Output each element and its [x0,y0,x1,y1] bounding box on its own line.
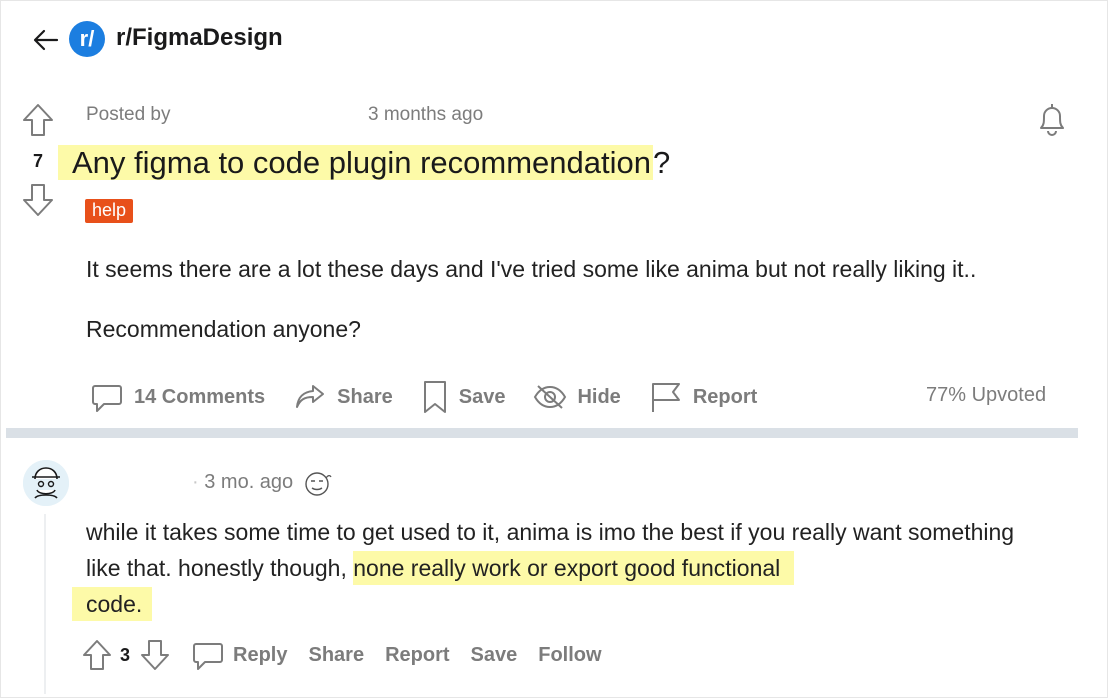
follow-button[interactable]: Follow [538,644,601,667]
post-time[interactable]: 3 months ago [368,104,483,126]
flag-icon [649,380,693,414]
post-title[interactable]: Any figma to code plugin recommendation? [58,142,671,184]
comment-time[interactable]: · 3 mo. ago [192,471,293,494]
comment-share-button[interactable]: Share [308,644,364,667]
save-button[interactable]: Save [421,379,506,415]
report-label: Report [692,385,758,408]
comment-highlight: none really work or export good function… [353,551,795,585]
post-body-paragraph: Recommendation anyone? [86,316,361,342]
save-label: Save [458,385,506,408]
posted-by-label: Posted by [86,104,171,125]
flair-badge[interactable]: help [85,199,134,223]
comment-body: while it takes some time to get used to … [72,514,1026,622]
comment-score: 3 [120,644,131,665]
upvote-icon[interactable] [82,639,112,671]
post-title-rest: ? [653,145,671,180]
comment-time-text: 3 mo. ago [204,471,294,493]
comment-icon [90,380,134,414]
reply-button[interactable]: Reply [191,638,287,672]
bookmark-icon [421,379,459,415]
comment-highlight: code. [72,587,153,621]
avatar[interactable] [23,460,69,506]
comment-report-button[interactable]: Report [385,644,449,667]
comments-label: 14 Comments [134,385,266,408]
downvote-icon[interactable] [140,639,170,671]
post-action-bar: 14 Comments Share Save Hide Report [90,378,785,416]
reply-label: Reply [233,643,288,666]
comment-icon [191,638,225,672]
post-title-highlight: Any figma to code plugin recommendation [58,145,653,180]
hide-button[interactable]: Hide [533,382,621,412]
share-label: Share [337,385,393,408]
report-button[interactable]: Report [649,380,757,414]
post-score: 7 [32,151,43,171]
emoji-icon [302,470,332,498]
section-divider [6,428,1078,438]
bell-icon[interactable] [1034,100,1070,138]
comments-button[interactable]: 14 Comments [90,380,265,414]
back-arrow-icon[interactable] [32,26,60,54]
upvote-icon[interactable] [22,103,54,137]
post-body-paragraph: It seems there are a lot these days and … [86,256,977,282]
share-icon [293,380,337,414]
comment-action-bar: 3 Reply Share Report Save Follow [82,636,623,674]
upvoted-percentage: 77% Upvoted [926,384,1047,406]
subreddit-icon[interactable]: r/ [69,21,105,57]
comment-save-button[interactable]: Save [471,644,518,667]
subreddit-name[interactable]: r/FigmaDesign [116,24,283,52]
hide-label: Hide [577,385,621,408]
downvote-icon[interactable] [22,183,54,217]
share-button[interactable]: Share [293,380,393,414]
hide-icon [533,382,577,412]
thread-line[interactable] [44,514,46,694]
